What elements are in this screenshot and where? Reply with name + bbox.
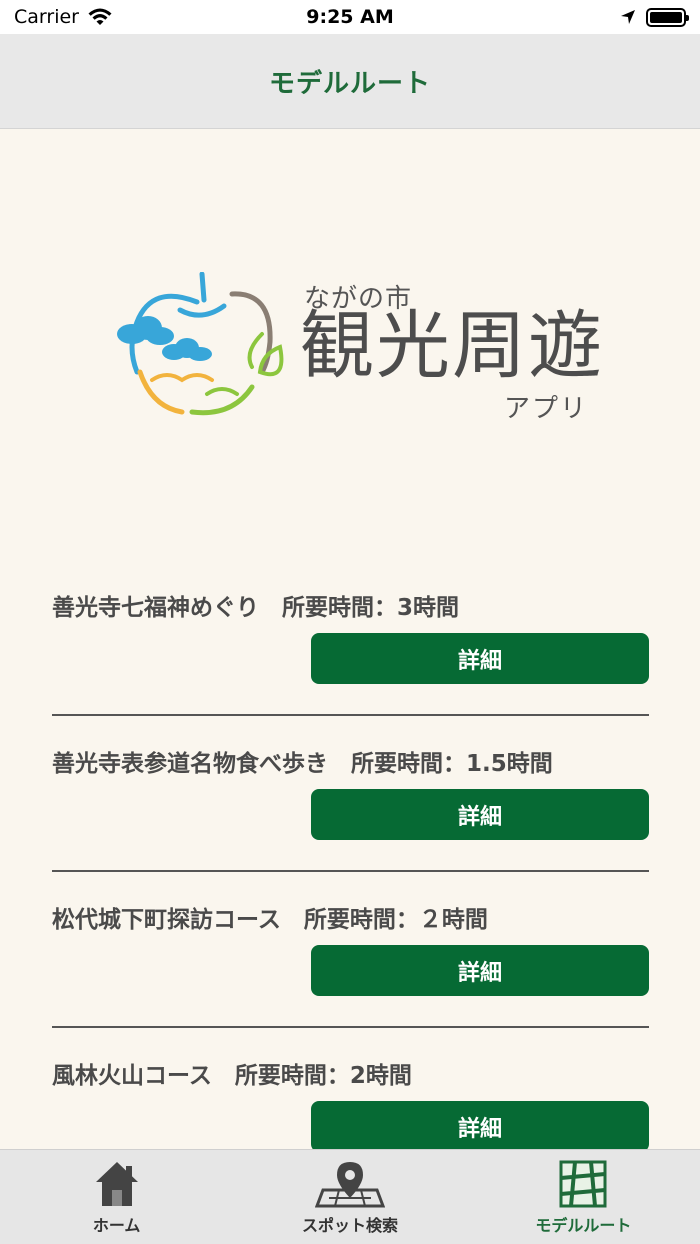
page-title: モデルルート	[268, 68, 431, 99]
detail-button[interactable]: 詳細	[311, 789, 649, 840]
route-title: 善光寺七福神めぐり 所要時間：3時間	[52, 595, 460, 621]
tab-home[interactable]: ホーム	[0, 1150, 233, 1244]
location-arrow-icon	[621, 10, 635, 24]
detail-button[interactable]: 詳細	[311, 633, 649, 684]
status-bar: Carrier 9:25 AM	[0, 0, 700, 34]
tab-model-route[interactable]: モデルルート	[467, 1150, 700, 1244]
route-item: 善光寺表参道名物食べ歩き 所要時間：1.5時間 詳細	[52, 716, 649, 872]
app-logo: ながの市 観光周遊 アプリ	[52, 182, 648, 522]
tab-label: スポット検索	[301, 1216, 398, 1235]
status-left: Carrier	[14, 6, 113, 28]
apple-logo-icon	[117, 272, 284, 416]
status-right	[620, 7, 689, 27]
route-title: 風林火山コース 所要時間：2時間	[52, 1063, 412, 1089]
route-list: 善光寺七福神めぐり 所要時間：3時間 詳細 善光寺表参道名物食べ歩き 所要時間：…	[52, 560, 649, 1184]
battery-fill	[650, 11, 682, 23]
battery-icon	[646, 7, 689, 27]
route-map-icon	[559, 1160, 607, 1208]
nav-header: モデルルート	[0, 34, 700, 129]
route-title: 松代城下町探訪コース 所要時間：２時間	[52, 907, 488, 933]
detail-button[interactable]: 詳細	[311, 945, 649, 996]
route-item: 善光寺七福神めぐり 所要時間：3時間 詳細	[52, 560, 649, 716]
tab-label: モデルルート	[535, 1216, 632, 1235]
house-icon	[95, 1162, 138, 1206]
logo-app-text: アプリ	[504, 394, 589, 424]
detail-button[interactable]: 詳細	[311, 1101, 649, 1152]
tab-bar: ホーム スポット検索 モデルルート	[0, 1149, 700, 1244]
wifi-icon	[88, 8, 112, 25]
logo-main-text: 観光周遊	[300, 303, 604, 389]
route-title: 善光寺表参道名物食べ歩き 所要時間：1.5時間	[52, 751, 553, 777]
map-pin-icon	[314, 1162, 385, 1208]
route-item: 松代城下町探訪コース 所要時間：２時間 詳細	[52, 872, 649, 1028]
carrier-label: Carrier	[14, 6, 79, 28]
tab-label: ホーム	[92, 1216, 141, 1235]
tab-spot-search[interactable]: スポット検索	[233, 1150, 466, 1244]
